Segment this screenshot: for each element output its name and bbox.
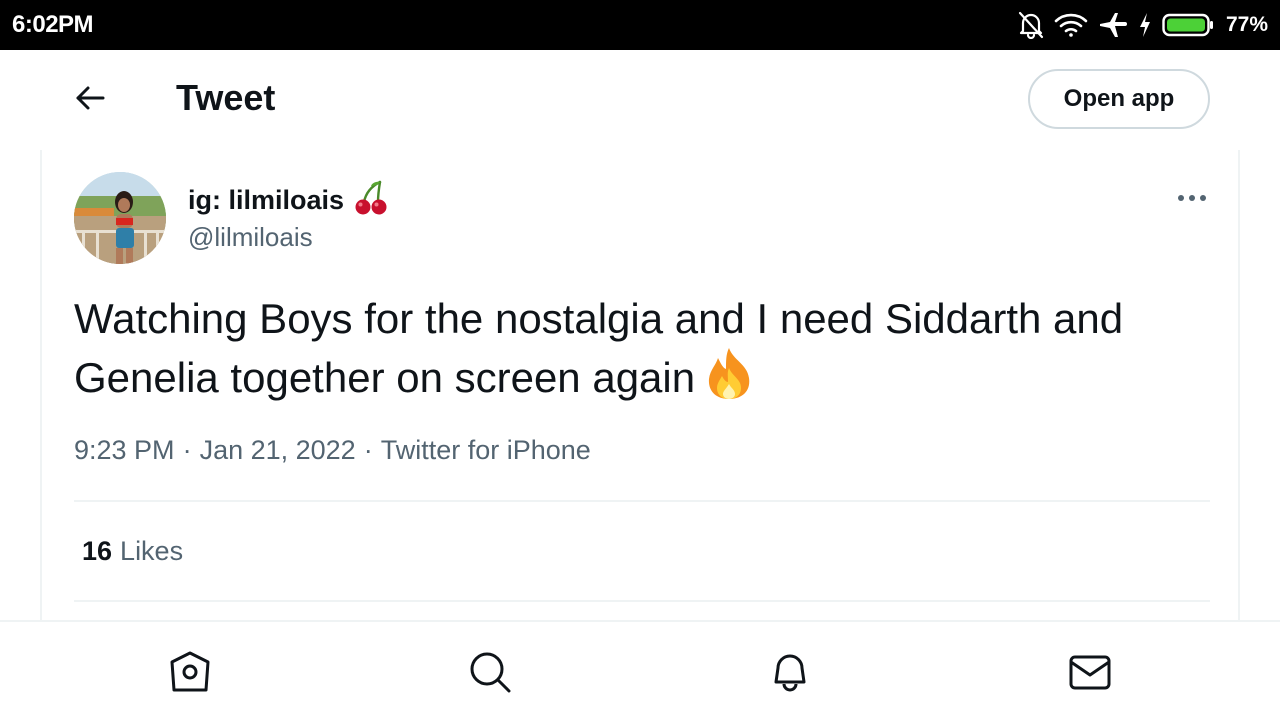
tweet-card: ig: lilmiloais @lilmiloais Watching Boys… bbox=[40, 150, 1240, 622]
divider bbox=[74, 500, 1210, 502]
notifications-off-icon bbox=[1018, 11, 1044, 39]
display-name: ig: lilmiloais bbox=[188, 185, 345, 215]
more-icon bbox=[1177, 189, 1207, 207]
bottom-nav bbox=[0, 620, 1280, 720]
tweet-body: Watching Boys for the nostalgia and I ne… bbox=[74, 295, 1124, 401]
charging-icon bbox=[1138, 12, 1152, 38]
status-bar: 6:02PM 77% bbox=[0, 0, 1280, 50]
tweet-source[interactable]: Twitter for iPhone bbox=[381, 435, 591, 466]
meta-separator: · bbox=[182, 435, 192, 465]
avatar[interactable] bbox=[74, 172, 166, 264]
handle[interactable]: @lilmiloais bbox=[188, 222, 313, 253]
status-icons: 77% bbox=[1018, 8, 1268, 42]
back-button[interactable] bbox=[64, 74, 116, 126]
cherries-icon bbox=[354, 180, 388, 221]
open-app-button[interactable]: Open app bbox=[1028, 69, 1210, 129]
nav-notifications[interactable] bbox=[766, 650, 814, 698]
airplane-icon bbox=[1098, 11, 1128, 39]
likes-count: 16 bbox=[82, 536, 113, 566]
nav-messages[interactable] bbox=[1066, 650, 1114, 698]
divider bbox=[74, 600, 1210, 602]
battery-percent: 77% bbox=[1225, 13, 1268, 36]
status-time: 6:02PM bbox=[12, 11, 94, 38]
header: Tweet Open app bbox=[0, 50, 1280, 148]
page-title: Tweet bbox=[176, 77, 276, 118]
tweet-date[interactable]: Jan 21, 2022 bbox=[200, 435, 356, 466]
arrow-left-icon bbox=[74, 84, 106, 117]
more-options-button[interactable] bbox=[1170, 184, 1214, 212]
search-icon bbox=[468, 650, 512, 699]
home-icon bbox=[168, 650, 212, 699]
display-name-row[interactable]: ig: lilmiloais bbox=[188, 180, 388, 221]
fire-icon bbox=[703, 346, 755, 413]
tweet-text: Watching Boys for the nostalgia and I ne… bbox=[74, 292, 1214, 413]
likes-label: Likes bbox=[120, 536, 184, 566]
likes-link[interactable]: 16 Likes bbox=[82, 536, 183, 567]
messages-icon bbox=[1068, 650, 1112, 699]
tweet-time[interactable]: 9:23 PM bbox=[74, 435, 175, 466]
nav-home[interactable] bbox=[166, 650, 214, 698]
meta-separator: · bbox=[363, 435, 373, 465]
tweet-meta: 9:23 PM · Jan 21, 2022 · Twitter for iPh… bbox=[74, 435, 591, 466]
wifi-icon bbox=[1054, 12, 1088, 38]
battery-icon bbox=[1162, 13, 1214, 37]
nav-search[interactable] bbox=[466, 650, 514, 698]
notifications-icon bbox=[768, 650, 812, 699]
